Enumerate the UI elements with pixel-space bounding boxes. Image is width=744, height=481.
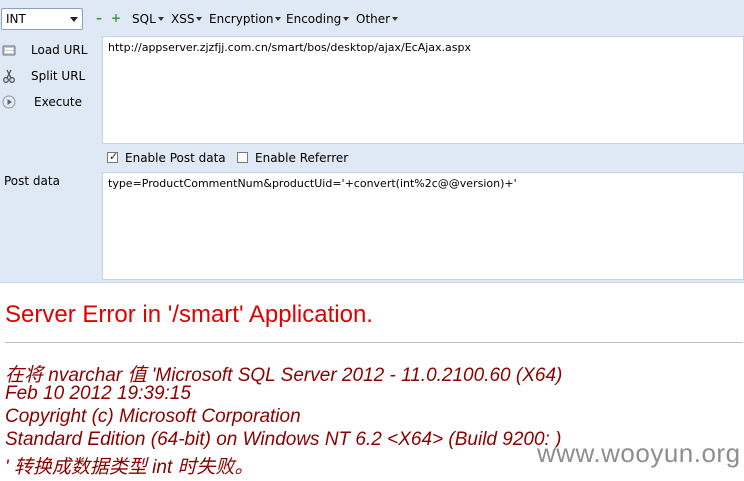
increase-icon[interactable]: + xyxy=(111,12,121,24)
menu-other[interactable]: Other xyxy=(356,12,399,26)
post-data-value: type=ProductCommentNum&productUid='+conv… xyxy=(108,177,517,190)
enable-referrer-label: Enable Referrer xyxy=(255,151,349,165)
error-page-title: Server Error in '/smart' Application. xyxy=(5,301,373,328)
hackbar-panel: INT – + SQL XSS Encryption Encoding Othe… xyxy=(0,0,744,283)
split-url-button[interactable]: Split URL xyxy=(0,66,98,88)
watermark: www.wooyun.org xyxy=(537,438,741,468)
post-data-label: Post data xyxy=(4,174,60,188)
play-icon xyxy=(2,95,16,109)
dropdown-caret-icon xyxy=(275,17,282,21)
dropdown-caret-icon xyxy=(392,17,399,21)
enable-post-label: Enable Post data xyxy=(125,151,226,165)
error-message-line: Standard Edition (64-bit) on Windows NT … xyxy=(5,429,562,450)
menu-encryption[interactable]: Encryption xyxy=(209,12,282,26)
menu-sql[interactable]: SQL xyxy=(132,12,164,26)
url-value: http://appserver.zjzfjj.com.cn/smart/bos… xyxy=(108,41,472,54)
error-message-line: ' 转换成数据类型 int 时失败。 xyxy=(5,457,254,478)
url-textarea[interactable]: http://appserver.zjzfjj.com.cn/smart/bos… xyxy=(102,36,744,144)
decrease-icon[interactable]: – xyxy=(94,12,104,24)
load-url-button[interactable]: Load URL xyxy=(0,40,98,62)
divider xyxy=(5,342,743,343)
dropdown-caret-icon xyxy=(157,17,164,21)
checkbox-unchecked-icon xyxy=(237,152,248,163)
split-url-label: Split URL xyxy=(31,69,86,83)
error-message-line: Copyright (c) Microsoft Corporation xyxy=(5,406,301,427)
menu-encoding[interactable]: Encoding xyxy=(286,12,350,26)
type-select-value: INT xyxy=(6,12,26,26)
execute-label: Execute xyxy=(34,95,82,109)
chevron-down-icon xyxy=(70,17,78,22)
post-data-textarea[interactable]: type=ProductCommentNum&productUid='+conv… xyxy=(102,172,744,280)
checkbox-checked-icon: ✓ xyxy=(107,150,119,163)
scissors-icon xyxy=(3,69,15,83)
dropdown-caret-icon xyxy=(196,17,203,21)
hackbar-toolbar: INT – + SQL XSS Encryption Encoding Othe… xyxy=(0,0,744,40)
menu-xss[interactable]: XSS xyxy=(171,12,203,26)
load-url-label: Load URL xyxy=(31,43,88,57)
error-message-line: Feb 10 2012 19:39:15 xyxy=(5,383,191,404)
execute-button[interactable]: Execute xyxy=(0,92,98,114)
load-url-icon xyxy=(2,45,16,56)
type-select[interactable]: INT xyxy=(1,8,83,30)
dropdown-caret-icon xyxy=(343,17,350,21)
